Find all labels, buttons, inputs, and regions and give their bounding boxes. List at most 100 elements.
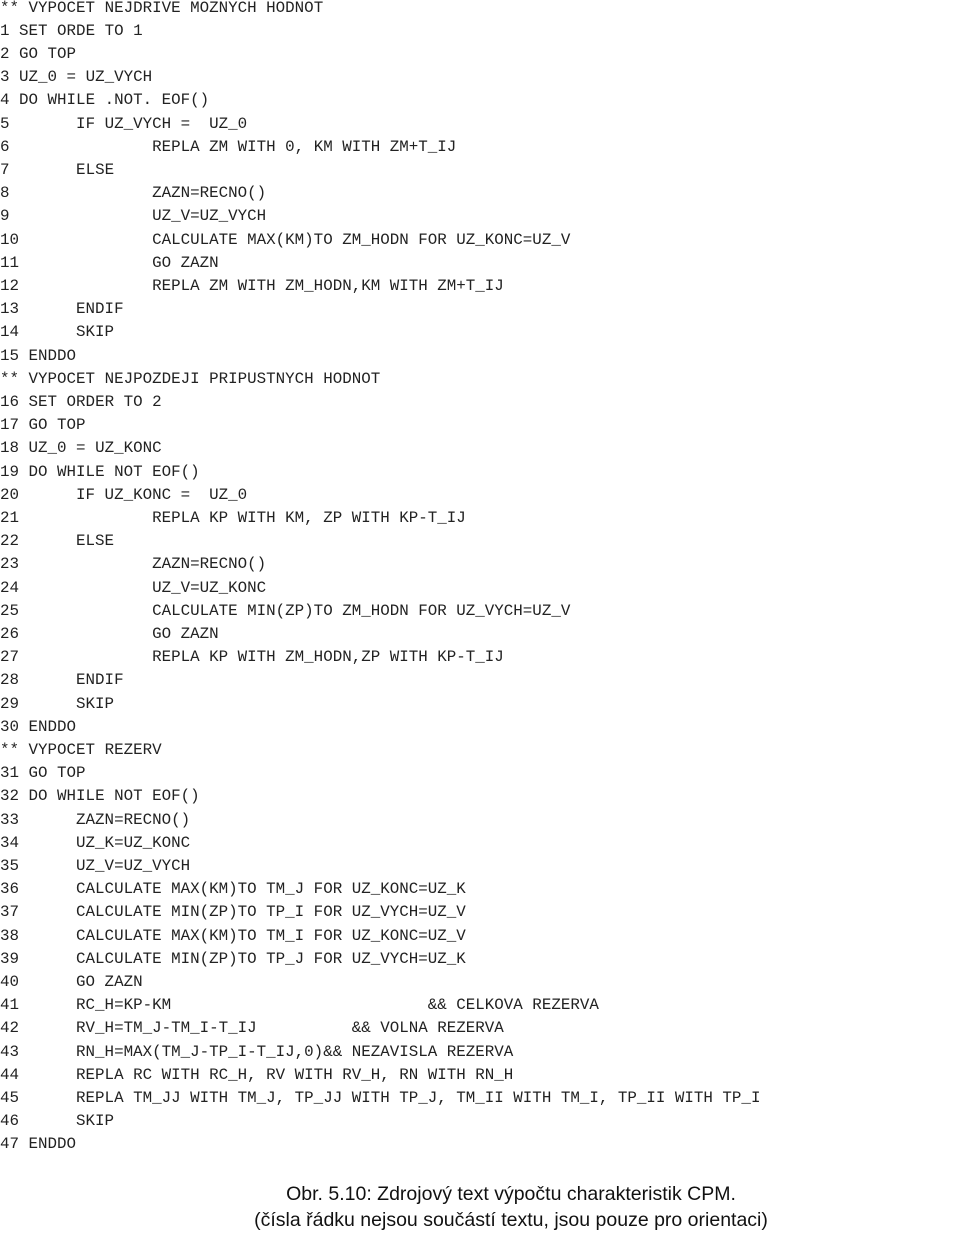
code-line: 4 DO WHILE .NOT. EOF() [0,89,209,112]
code-line: 8 ZAZN=RECNO() [0,182,266,205]
code-line: 25 CALCULATE MIN(ZP)TO ZM_HODN FOR UZ_VY… [0,600,570,623]
line-number: 23 [0,555,20,574]
code-text: ENDIF [76,671,124,690]
code-line: 36 CALCULATE MAX(KM)TO TM_J FOR UZ_KONC=… [0,878,466,901]
line-number: 4 [0,91,10,110]
figure-caption-title: Obr. 5.10: Zdrojový text výpočtu charakt… [286,1183,736,1205]
code-text: GO ZAZN [152,253,219,272]
line-number: 39 [0,949,20,968]
code-text: RN_H=MAX(TM_J-TP_I-T_IJ,0)&& NEZAVISLA R… [76,1042,514,1061]
code-line: 24 UZ_V=UZ_KONC [0,577,266,600]
code-line: 42 RV_H=TM_J-TM_I-T_IJ && VOLNA REZERVA [0,1017,504,1040]
code-line: 35 UZ_V=UZ_VYCH [0,855,190,878]
code-line: 7 ELSE [0,159,114,182]
line-number: 36 [0,880,20,899]
code-text: IF UZ_VYCH = UZ_0 [76,114,248,133]
line-number: 19 [0,462,20,481]
code-text: ZAZN=RECNO() [152,184,267,203]
line-number: 2 [0,44,10,63]
code-text: GO TOP [28,416,86,435]
line-number: 47 [0,1135,20,1154]
code-line: 39 CALCULATE MIN(ZP)TO TP_J FOR UZ_VYCH=… [0,948,466,971]
code-line: 9 UZ_V=UZ_VYCH [0,205,266,228]
code-text: UZ_V=UZ_KONC [152,578,267,597]
code-line: 30 ENDDO [0,716,76,739]
line-number: 25 [0,601,20,620]
code-line: 21 REPLA KP WITH KM, ZP WITH KP-T_IJ [0,507,466,530]
code-line: 20 IF UZ_KONC = UZ_0 [0,484,247,507]
line-number: ** [0,0,20,17]
code-text: CALCULATE MAX(KM)TO TM_J FOR UZ_KONC=UZ_… [76,880,466,899]
code-text: DO WHILE NOT EOF() [28,787,200,806]
line-number: 12 [0,276,20,295]
line-number: 28 [0,671,20,690]
code-text: ENDIF [76,300,124,319]
code-line: 18 UZ_0 = UZ_KONC [0,437,162,460]
code-line: 12 REPLA ZM WITH ZM_HODN,KM WITH ZM+T_IJ [0,275,504,298]
code-text: CALCULATE MIN(ZP)TO ZM_HODN FOR UZ_VYCH=… [152,601,571,620]
line-number: 40 [0,972,20,991]
line-number: 10 [0,230,20,249]
line-number: 29 [0,694,20,713]
code-text: CALCULATE MAX(KM)TO ZM_HODN FOR UZ_KONC=… [152,230,571,249]
line-number: 30 [0,717,20,736]
code-text: GO TOP [28,764,86,783]
code-line: 13 ENDIF [0,298,124,321]
code-line: 41 RC_H=KP-KM && CELKOVA REZERVA [0,994,599,1017]
code-text: VYPOCET REZERV [28,740,162,759]
line-number: 41 [0,996,20,1015]
code-line: 15 ENDDO [0,345,76,368]
code-line: 38 CALCULATE MAX(KM)TO TM_I FOR UZ_KONC=… [0,925,466,948]
code-text: RC_H=KP-KM && CELKOVA REZERVA [76,996,599,1015]
line-number: 1 [0,21,10,40]
line-number: 17 [0,416,20,435]
code-line: 40 GO ZAZN [0,971,143,994]
code-line: 16 SET ORDER TO 2 [0,391,162,414]
code-line: 44 REPLA RC WITH RC_H, RV WITH RV_H, RN … [0,1064,513,1087]
code-text: SET ORDE TO 1 [19,21,143,40]
code-line: 5 IF UZ_VYCH = UZ_0 [0,113,247,136]
code-text: VYPOCET NEJPOZDEJI PRIPUSTNYCH HODNOT [28,369,381,388]
line-number: 33 [0,810,20,829]
code-text: CALCULATE MIN(ZP)TO TP_J FOR UZ_VYCH=UZ_… [76,949,466,968]
code-text: VYPOCET NEJDRIVE MOZNYCH HODNOT [28,0,324,17]
line-number: 15 [0,346,20,365]
code-line: 19 DO WHILE NOT EOF() [0,461,200,484]
code-text: RV_H=TM_J-TM_I-T_IJ && VOLNA REZERVA [76,1019,504,1038]
code-text: ELSE [76,160,115,179]
code-comment-line: ** VYPOCET NEJPOZDEJI PRIPUSTNYCH HODNOT [0,368,380,391]
code-line: 34 UZ_K=UZ_KONC [0,832,190,855]
line-number: 37 [0,903,20,922]
line-number: ** [0,740,20,759]
line-number: 16 [0,392,20,411]
code-text: UZ_K=UZ_KONC [76,833,191,852]
code-text: UZ_V=UZ_VYCH [76,856,191,875]
